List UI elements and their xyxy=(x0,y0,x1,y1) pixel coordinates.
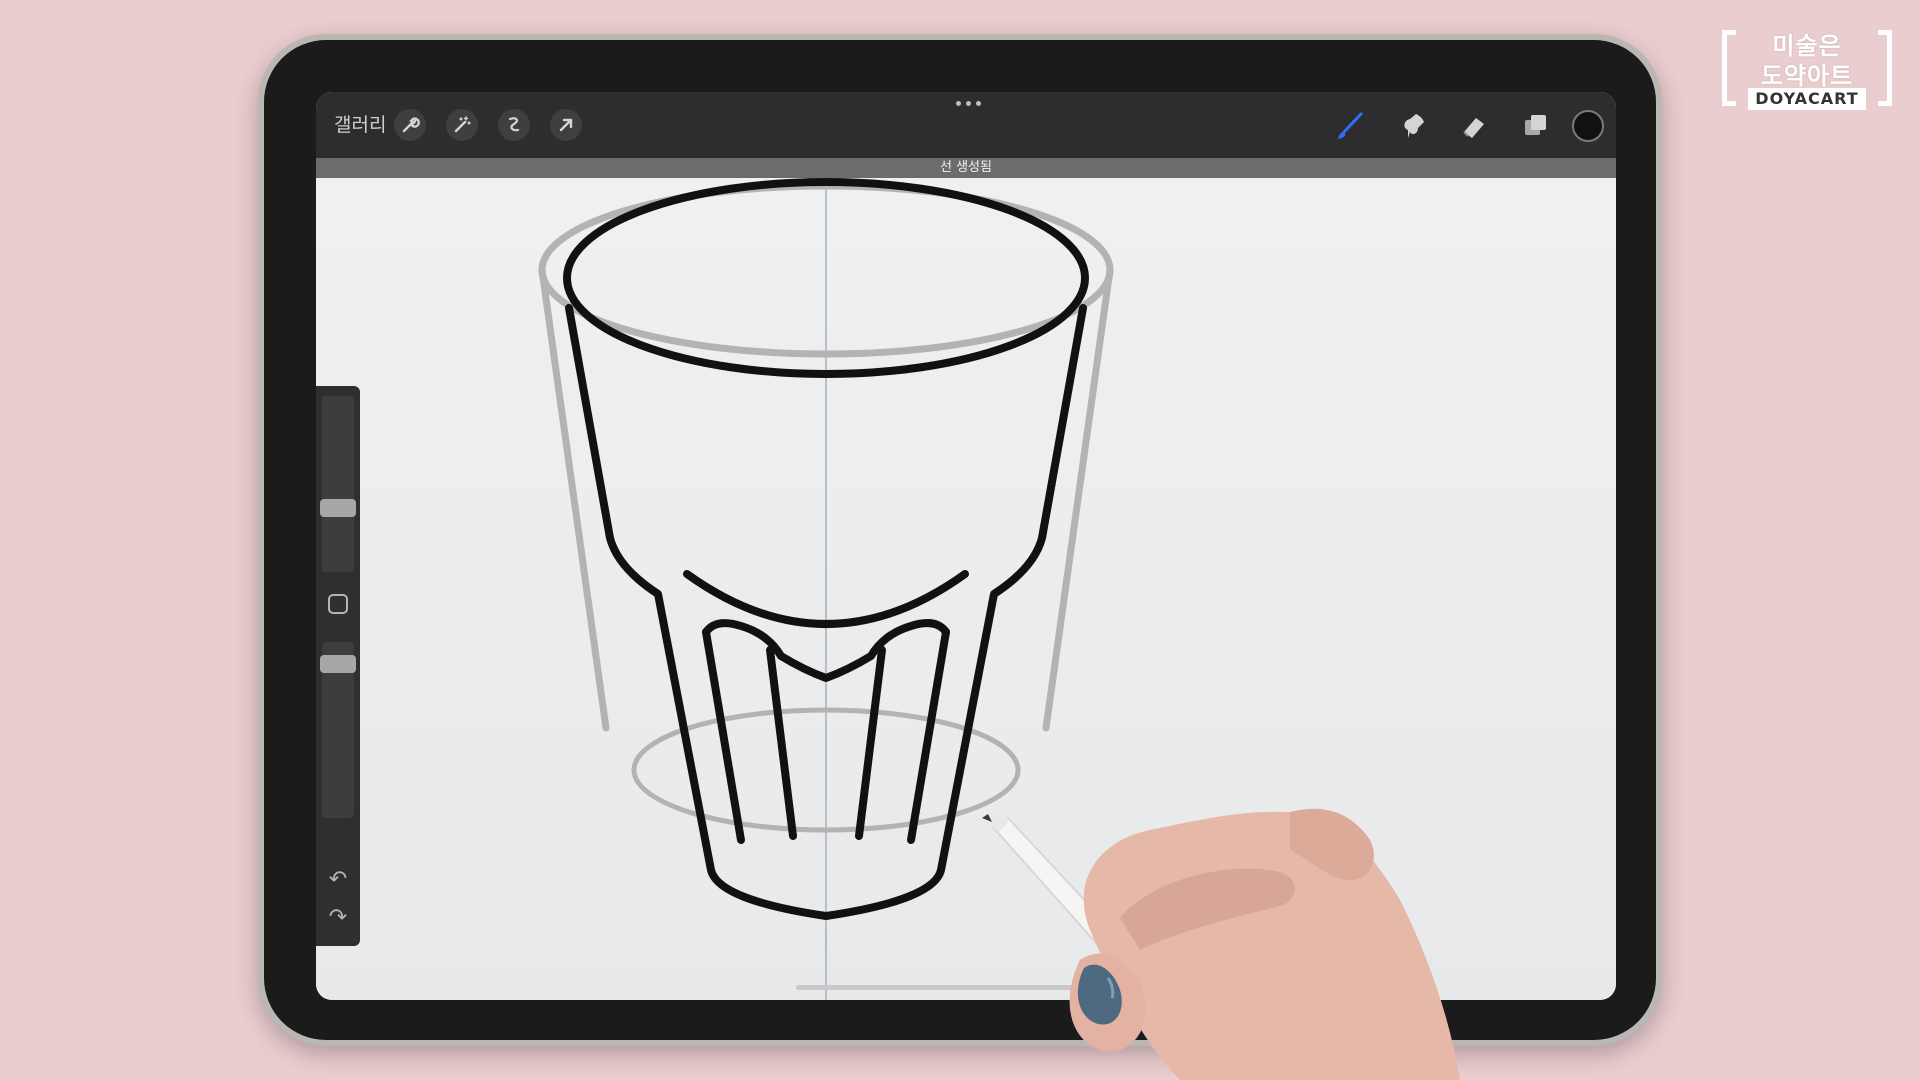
magic-wand-icon[interactable] xyxy=(446,109,478,141)
glass-facet-3 xyxy=(855,646,886,840)
transform-arrow-icon[interactable] xyxy=(550,109,582,141)
glass-facet-2 xyxy=(766,646,797,840)
glass-facet-4 xyxy=(907,628,950,844)
brush-size-thumb[interactable] xyxy=(320,498,356,517)
selection-icon[interactable] xyxy=(498,109,530,141)
line-created-notification: 선 생성됨 xyxy=(316,158,1616,178)
brush-icon[interactable] xyxy=(1332,108,1368,144)
procreate-screen: 갤러리 선 생성됨 ↶ ↷ xyxy=(316,92,1616,1000)
video-frame: 미술은 도약아트 DOYACART 갤러리 선 생성됨 ↶ ↷ xyxy=(0,0,1920,1080)
drawing-canvas[interactable] xyxy=(316,178,1616,1000)
sidebar: ↶ ↷ xyxy=(316,386,360,946)
layers-icon[interactable] xyxy=(1518,108,1554,144)
home-indicator xyxy=(796,985,1136,990)
ipad-device: 갤러리 선 생성됨 ↶ ↷ xyxy=(258,34,1662,1046)
glass-drawing xyxy=(538,178,1114,1000)
ipad-bezel: 갤러리 선 생성됨 ↶ ↷ xyxy=(264,40,1656,1040)
logo-bracket-left xyxy=(1722,30,1736,106)
logo-line-2: 도약아트 xyxy=(1760,62,1854,90)
redo-icon[interactable]: ↷ xyxy=(326,906,350,930)
opacity-thumb[interactable] xyxy=(320,654,356,673)
brush-size-slider[interactable] xyxy=(320,396,356,572)
logo-badge: DOYACART xyxy=(1748,88,1866,110)
top-toolbar: 갤러리 xyxy=(316,92,1616,158)
logo-bracket-right xyxy=(1878,30,1892,106)
glass-facet-1 xyxy=(702,628,745,844)
doyacart-logo: 미술은 도약아트 DOYACART xyxy=(1722,26,1892,114)
eraser-icon[interactable] xyxy=(1456,108,1492,144)
smudge-icon[interactable] xyxy=(1394,108,1430,144)
undo-icon[interactable]: ↶ xyxy=(326,868,350,892)
modify-button[interactable] xyxy=(328,594,348,614)
wrench-icon[interactable] xyxy=(394,109,426,141)
opacity-slider[interactable] xyxy=(320,642,356,818)
gallery-button[interactable]: 갤러리 xyxy=(334,110,386,140)
color-picker-button[interactable] xyxy=(1572,110,1604,142)
more-options-icon[interactable] xyxy=(948,96,988,110)
